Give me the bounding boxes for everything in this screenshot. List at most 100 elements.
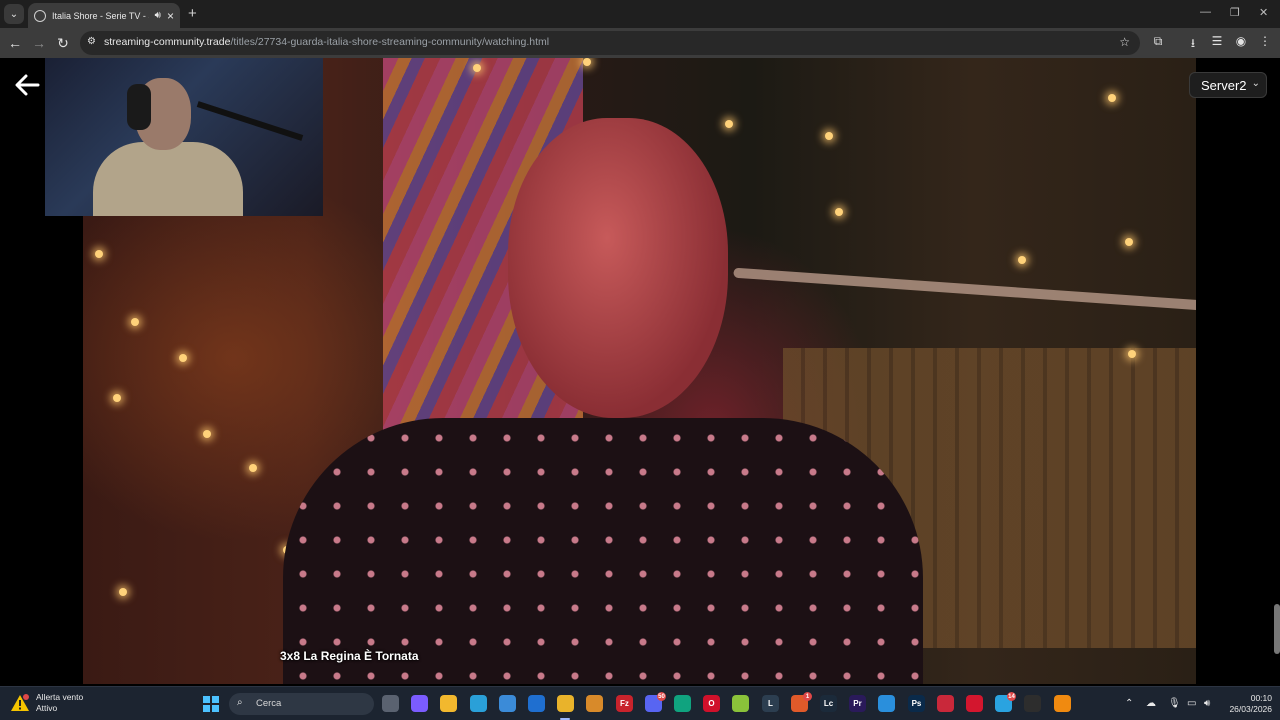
taskbar-app-premiere[interactable]: Pr (849, 695, 866, 712)
clock-date: 26/03/2026 (1229, 704, 1272, 714)
windows-logo-tile (212, 705, 219, 712)
string-light (473, 64, 481, 72)
site-info-icon[interactable]: ⚙ (87, 36, 96, 47)
clock-time: 00:10 (1250, 693, 1272, 703)
taskbar-app-obs-record[interactable] (966, 695, 983, 712)
taskbar-app-task-view[interactable] (382, 695, 399, 712)
string-light (203, 430, 211, 438)
microphone-icon[interactable]: 🎙︎ (1168, 698, 1181, 709)
taskbar-app-lc-app[interactable]: Lc (820, 695, 837, 712)
taskbar-app-vlc[interactable] (1054, 695, 1071, 712)
taskbar-app-discord[interactable]: 50 (645, 692, 666, 712)
taskbar-app-filezilla[interactable]: Fz (616, 695, 633, 712)
url-host: streaming-community.trade (104, 36, 231, 48)
taskbar-app-streamlabs[interactable] (937, 695, 954, 712)
volume-icon[interactable]: 🔊︎ (1204, 698, 1210, 709)
string-light (1128, 350, 1136, 358)
windows-logo-tile (212, 696, 219, 703)
active-tab[interactable]: Italia Shore - Serie TV - Streaming Comm… (28, 3, 180, 28)
url-path: /titles/27734-guarda-italia-shore-stream… (230, 36, 550, 48)
string-light (1018, 256, 1026, 264)
weather-status: Attivo (36, 703, 58, 713)
headset (127, 84, 151, 130)
url-text[interactable]: streaming-community.trade/titles/27734-g… (104, 36, 549, 48)
weather-widget[interactable]: Allerta vento Attivo (10, 692, 83, 714)
windows-logo-tile (203, 705, 210, 712)
server-select[interactable]: Server2 ⌄ (1189, 72, 1267, 98)
taskbar-app-firefox-alt[interactable]: 1 (791, 692, 812, 712)
episode-subtitle: 3x8 La Regina È Tornata (280, 649, 419, 663)
taskbar-app-photoshop[interactable]: Ps (908, 695, 925, 712)
tab-title: Italia Shore - Serie TV - Streaming Comm… (52, 10, 149, 21)
string-light (95, 250, 103, 258)
webcam-overlay (45, 58, 323, 216)
profile-avatar[interactable]: ◉ (1233, 34, 1249, 48)
taskbar-app-li-app[interactable]: L (762, 695, 779, 712)
windows-logo-tile (203, 696, 210, 703)
extensions-icon[interactable]: ⧉ (1150, 34, 1166, 49)
string-light (583, 58, 591, 66)
new-tab-button[interactable]: + (188, 5, 197, 22)
person-shirt (283, 418, 923, 684)
taskbar-app-chrome[interactable] (557, 695, 574, 712)
taskbar-app-folder-app[interactable] (586, 695, 603, 712)
chrome-menu-icon[interactable]: ⋮ (1257, 34, 1273, 48)
download-icon[interactable]: ⭳ (1185, 34, 1201, 55)
notification-badge: 14 (1007, 692, 1016, 701)
taskbar-app-outlook[interactable] (528, 695, 545, 712)
webcam-streamer (93, 78, 243, 216)
forward-button[interactable]: → (30, 34, 48, 52)
string-light (249, 464, 257, 472)
string-light (113, 394, 121, 402)
taskbar-app-copilot[interactable] (411, 695, 428, 712)
search-icon: ⌕ (237, 697, 243, 708)
tab-audio-icon[interactable]: 🔊︎ (155, 10, 161, 21)
weather-title: Allerta vento (36, 692, 84, 702)
string-light (179, 354, 187, 362)
close-window-icon[interactable]: ✕ (1259, 6, 1268, 19)
person-on-screen (283, 118, 923, 684)
person-head (508, 118, 728, 418)
browser-tab-strip: ⌄ Italia Shore - Serie TV - Streaming Co… (0, 0, 1280, 28)
server-select-value: Server2 (1201, 78, 1247, 93)
restore-icon[interactable]: ❐ (1230, 6, 1240, 19)
taskbar-app-file-explorer[interactable] (440, 695, 457, 712)
notification-badge: 50 (657, 692, 666, 701)
back-button[interactable]: ← (6, 34, 24, 52)
reading-list-icon[interactable]: ☰ (1209, 34, 1225, 48)
browser-toolbar: ← → ↻ ⚙ streaming-community.trade/titles… (0, 28, 1280, 58)
minimize-icon[interactable]: — (1200, 6, 1211, 18)
taskbar-app-terminal[interactable] (1024, 695, 1041, 712)
scrollbar-thumb[interactable] (1274, 604, 1280, 654)
taskbar-app-vscode[interactable] (878, 695, 895, 712)
site-favicon-icon (34, 9, 46, 22)
webcam-body (93, 142, 243, 216)
network-icon[interactable]: ▭ (1187, 698, 1196, 709)
address-bar[interactable]: ⚙ streaming-community.trade/titles/27734… (80, 31, 1140, 55)
bookmark-star-icon[interactable]: ☆ (1119, 35, 1130, 49)
string-light (1108, 94, 1116, 102)
reload-button[interactable]: ↻ (54, 34, 72, 52)
tab-search-button[interactable]: ⌄ (4, 4, 24, 24)
chevron-up-icon[interactable]: ⌃ (1125, 698, 1133, 709)
tab-close-icon[interactable]: × (167, 9, 174, 23)
taskbar-search[interactable]: ⌕ Cerca (229, 693, 374, 715)
string-light (1125, 238, 1133, 246)
start-button[interactable] (203, 696, 219, 712)
string-light (119, 588, 127, 596)
taskbar-app-opera[interactable]: O (703, 695, 720, 712)
taskbar-app-chatgpt[interactable] (674, 695, 691, 712)
system-clock[interactable]: 00:10 26/03/2026 (1229, 693, 1272, 715)
taskbar-app-microsoft-store[interactable] (499, 695, 516, 712)
warning-icon (11, 694, 29, 711)
taskbar-app-edge[interactable] (470, 695, 487, 712)
search-placeholder: Cerca (256, 698, 282, 709)
taskbar-app-notepad-plus[interactable] (732, 695, 749, 712)
taskbar-app-telegram[interactable]: 14 (995, 692, 1016, 712)
chevron-down-icon: ⌄ (1251, 78, 1260, 89)
string-light (131, 318, 139, 326)
onedrive-icon[interactable]: ☁ (1146, 698, 1156, 709)
video-player[interactable]: 3x8 La Regina È Tornata Server2 ⌄ (0, 58, 1280, 686)
back-arrow-icon[interactable] (14, 74, 40, 96)
windows-taskbar: Allerta vento Attivo ⌕ Cerca Fz 50 O L 1 Lc Pr… (0, 686, 1280, 720)
